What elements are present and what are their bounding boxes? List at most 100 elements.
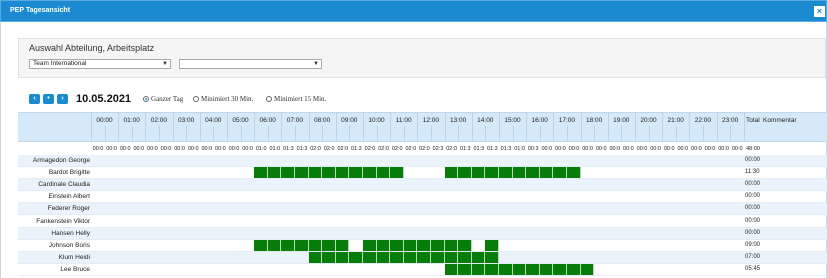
shift-block[interactable] xyxy=(281,239,295,251)
shift-block[interactable] xyxy=(458,239,472,251)
hour-label: 05:00 xyxy=(232,117,249,124)
shift-block[interactable] xyxy=(403,251,418,263)
shift-block[interactable] xyxy=(431,251,445,263)
shift-block[interactable] xyxy=(363,239,377,251)
shift-block[interactable] xyxy=(580,263,595,275)
employee-row[interactable] xyxy=(18,227,827,239)
shift-block[interactable] xyxy=(444,167,459,179)
workplace-select[interactable]: ▼ xyxy=(179,59,322,69)
shift-block[interactable] xyxy=(417,251,431,263)
shift-block[interactable] xyxy=(295,239,309,251)
employee-row[interactable] xyxy=(18,216,827,227)
shift-block[interactable] xyxy=(349,251,363,263)
shift-block[interactable] xyxy=(390,167,404,179)
shift-block[interactable] xyxy=(444,263,459,275)
shift-block[interactable] xyxy=(335,167,350,179)
shift-block[interactable] xyxy=(567,167,581,179)
employee-row[interactable] xyxy=(18,203,827,215)
employee-row[interactable] xyxy=(18,264,827,275)
shift-block[interactable] xyxy=(254,239,268,251)
shift-block[interactable] xyxy=(390,239,404,251)
shift-block[interactable] xyxy=(335,251,350,263)
shift-block[interactable] xyxy=(431,239,445,251)
shift-block[interactable] xyxy=(471,263,486,275)
slot-total: 00:0 xyxy=(541,146,553,152)
employee-row[interactable] xyxy=(18,167,827,178)
shift-block[interactable] xyxy=(539,263,554,275)
department-select[interactable]: Team International ▼ xyxy=(29,59,171,69)
shift-block[interactable] xyxy=(458,251,472,263)
shift-block[interactable] xyxy=(526,263,540,275)
shift-block[interactable] xyxy=(308,167,323,179)
slot-total: 02:0 xyxy=(446,146,457,152)
shift-block[interactable] xyxy=(539,167,554,179)
shift-block[interactable] xyxy=(376,167,391,179)
shift-block[interactable] xyxy=(403,239,418,251)
half-hour-divider xyxy=(376,126,378,142)
shift-block[interactable] xyxy=(458,167,472,179)
shift-block[interactable] xyxy=(322,239,336,251)
shift-block[interactable] xyxy=(254,167,268,179)
shift-block[interactable] xyxy=(417,239,431,251)
shift-block[interactable] xyxy=(322,251,336,263)
shift-block[interactable] xyxy=(485,239,499,251)
shift-block[interactable] xyxy=(567,263,581,275)
shift-block[interactable] xyxy=(485,263,499,275)
view-option-full-day[interactable]: Ganzer Tag xyxy=(143,95,183,103)
shift-block[interactable] xyxy=(281,167,295,179)
shift-block[interactable] xyxy=(458,263,472,275)
half-hour-divider xyxy=(240,126,242,142)
shift-block[interactable] xyxy=(267,239,282,251)
shift-block[interactable] xyxy=(444,239,459,251)
shift-block[interactable] xyxy=(308,239,323,251)
shift-block[interactable] xyxy=(335,239,350,251)
half-hour-divider xyxy=(131,126,133,142)
employee-row[interactable] xyxy=(18,155,827,166)
shift-block[interactable] xyxy=(485,167,499,179)
current-date: 10.05.2021 xyxy=(76,93,132,105)
total-column-header: Total xyxy=(746,117,760,124)
shift-block[interactable] xyxy=(267,167,282,179)
view-option-label: Minimiert 30 Min. xyxy=(201,95,254,103)
shift-block[interactable] xyxy=(471,167,486,179)
department-select-value: Team International xyxy=(33,60,87,67)
half-hour-divider xyxy=(213,126,215,142)
half-hour-divider xyxy=(648,126,650,142)
employee-row[interactable] xyxy=(18,191,827,202)
shift-block[interactable] xyxy=(444,251,459,263)
shift-block[interactable] xyxy=(376,251,391,263)
shift-block[interactable] xyxy=(553,263,567,275)
shift-block[interactable] xyxy=(471,251,486,263)
shift-block[interactable] xyxy=(363,251,377,263)
shift-block[interactable] xyxy=(512,167,527,179)
shift-block[interactable] xyxy=(499,263,513,275)
view-option-30min[interactable]: Minimiert 30 Min. xyxy=(193,95,253,103)
shift-block[interactable] xyxy=(553,167,567,179)
next-day-button[interactable]: › xyxy=(57,94,68,104)
shift-block[interactable] xyxy=(499,167,513,179)
shift-block[interactable] xyxy=(376,239,391,251)
slot-total: 00:0 xyxy=(160,146,172,152)
shift-block[interactable] xyxy=(512,263,527,275)
hour-label: 21:00 xyxy=(667,117,684,124)
hour-label: 11:00 xyxy=(395,117,412,124)
today-button[interactable]: • xyxy=(43,94,54,104)
half-hour-divider xyxy=(485,126,487,142)
slot-total: 00:0 xyxy=(119,146,131,152)
shift-block[interactable] xyxy=(526,167,540,179)
shift-block[interactable] xyxy=(322,167,336,179)
employee-row[interactable] xyxy=(18,179,827,191)
shift-block[interactable] xyxy=(295,167,309,179)
shift-block[interactable] xyxy=(390,251,404,263)
shift-block[interactable] xyxy=(349,167,363,179)
prev-day-button[interactable]: ‹ xyxy=(29,94,40,104)
employee-name: Cardinale Claudia xyxy=(38,181,90,189)
shift-block[interactable] xyxy=(308,251,323,263)
slot-total: 01:3 xyxy=(296,146,308,152)
shift-block[interactable] xyxy=(363,167,377,179)
hour-label: 02:00 xyxy=(150,117,168,124)
close-icon[interactable]: × xyxy=(814,6,825,17)
employee-name: Bardot Brigitte xyxy=(48,169,90,177)
shift-block[interactable] xyxy=(485,251,499,263)
view-option-15min[interactable]: Minimiert 15 Min. xyxy=(266,95,326,103)
